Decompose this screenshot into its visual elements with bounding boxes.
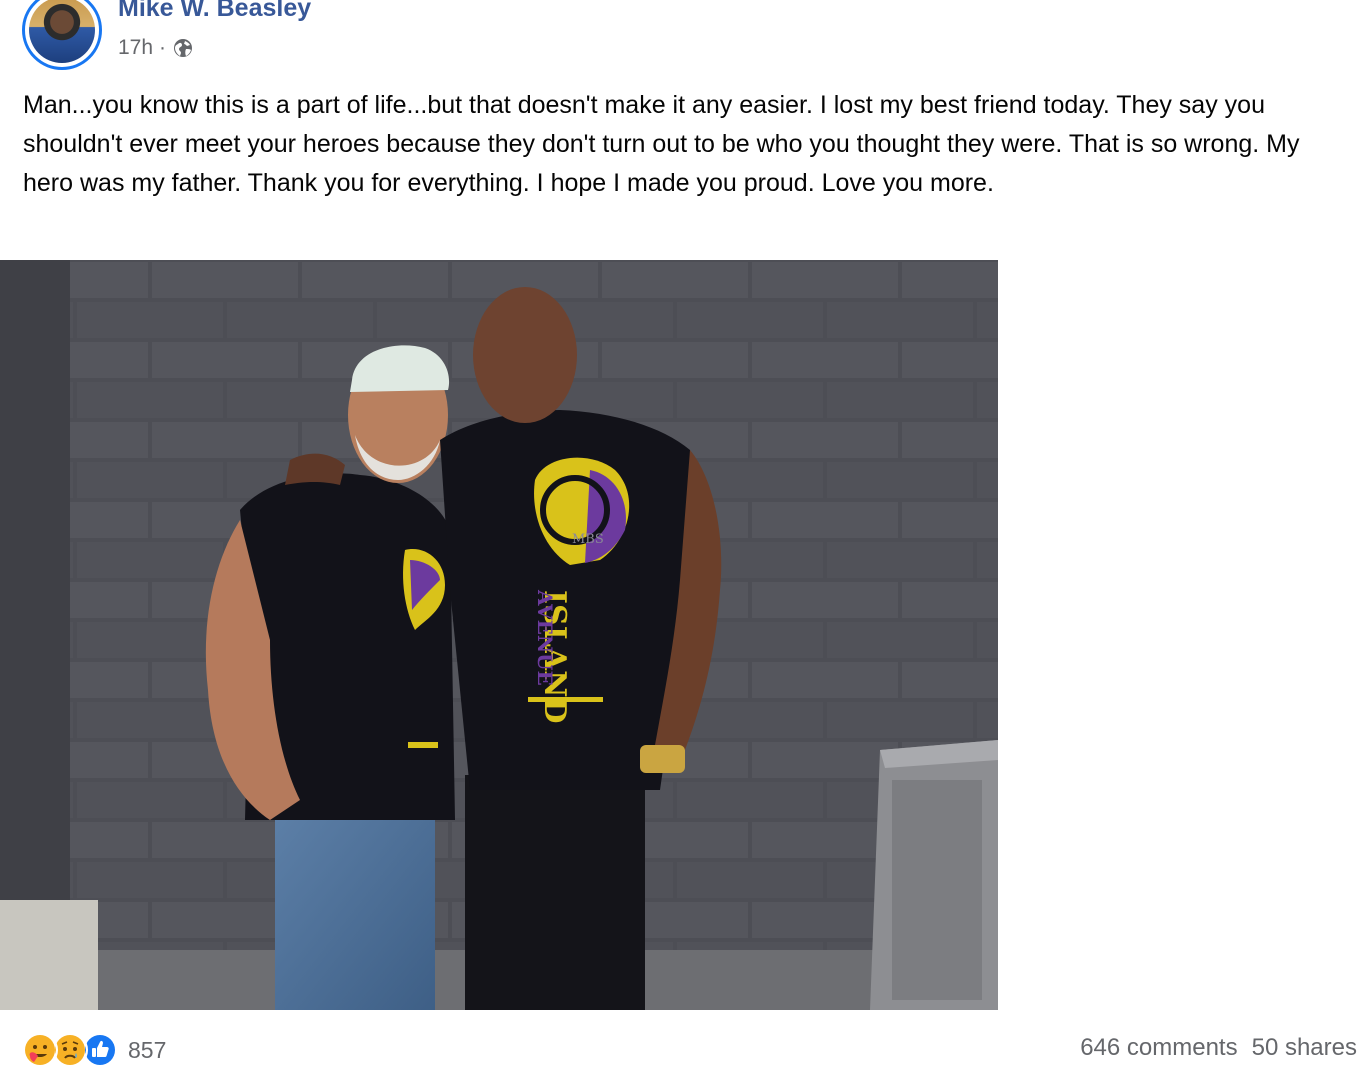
post-text: Man...you know this is a part of life...… (23, 91, 1300, 197)
author-avatar[interactable] (22, 0, 102, 70)
photo-illustration: MBS ISLAND AVENUE (0, 260, 998, 1010)
meta-separator: · (159, 36, 167, 59)
post-timestamp[interactable]: 17h (118, 36, 153, 60)
facebook-post: Mike W. Beasley 17h · Man...you know thi… (0, 0, 1367, 1088)
shares-count-link[interactable]: 50 shares (1252, 1034, 1357, 1062)
reaction-count[interactable]: 857 (128, 1037, 166, 1064)
reaction-summary[interactable]: 857 (22, 1032, 166, 1068)
author-name[interactable]: Mike W. Beasley (118, 0, 311, 23)
logo-mbs: MBS (572, 532, 604, 547)
post-meta: 17h · (118, 36, 194, 60)
comments-count-link[interactable]: 646 comments (1080, 1034, 1237, 1062)
globe-icon[interactable] (172, 37, 194, 59)
post-stats: 646 comments 50 shares (1080, 1034, 1357, 1062)
shirt-text-avenue: AVENUE (533, 589, 557, 686)
post-photo[interactable]: MBS ISLAND AVENUE (0, 260, 998, 1010)
trash-can (870, 740, 998, 1010)
care-reaction-icon (22, 1032, 58, 1068)
avatar-photo (29, 0, 95, 63)
